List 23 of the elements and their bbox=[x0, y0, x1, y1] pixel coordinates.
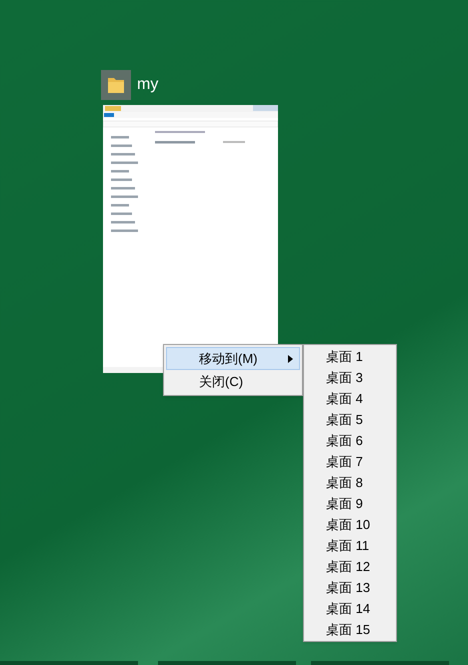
desktop-thumbnail[interactable] bbox=[311, 661, 449, 665]
menu-item[interactable]: 关闭(C) bbox=[166, 370, 300, 393]
window-preview[interactable] bbox=[103, 105, 278, 373]
menu-item[interactable]: 桌面 6 bbox=[304, 430, 396, 451]
desktop-thumbnail[interactable] bbox=[0, 661, 138, 665]
menu-item[interactable]: 桌面 1 bbox=[304, 346, 396, 367]
menu-item[interactable]: 移动到(M) bbox=[166, 347, 300, 370]
menu-item[interactable]: 桌面 11 bbox=[304, 535, 396, 556]
menu-item[interactable]: 桌面 12 bbox=[304, 556, 396, 577]
menu-item[interactable]: 桌面 8 bbox=[304, 472, 396, 493]
window-title: my bbox=[137, 75, 158, 95]
menu-item[interactable]: 桌面 5 bbox=[304, 409, 396, 430]
menu-item[interactable]: 桌面 14 bbox=[304, 598, 396, 619]
menu-item[interactable]: 桌面 9 bbox=[304, 493, 396, 514]
menu-item[interactable]: 桌面 4 bbox=[304, 388, 396, 409]
menu-item[interactable]: 桌面 10 bbox=[304, 514, 396, 535]
menu-item[interactable]: 桌面 3 bbox=[304, 367, 396, 388]
folder-icon bbox=[101, 70, 131, 100]
desktop-thumbnail[interactable] bbox=[158, 661, 296, 665]
menu-item[interactable]: 桌面 7 bbox=[304, 451, 396, 472]
menu-item[interactable]: 桌面 15 bbox=[304, 619, 396, 640]
menu-item[interactable]: 桌面 13 bbox=[304, 577, 396, 598]
submenu-arrow-icon bbox=[288, 354, 293, 362]
